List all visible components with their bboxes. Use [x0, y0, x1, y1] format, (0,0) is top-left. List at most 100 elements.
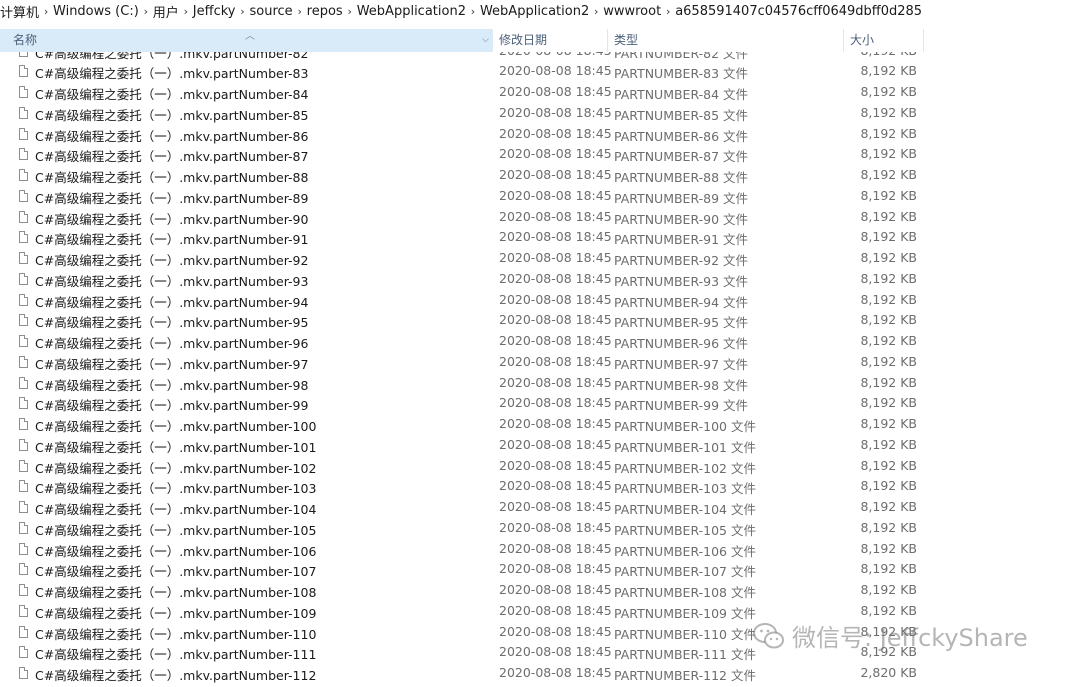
breadcrumb-label: wwwroot — [603, 3, 662, 19]
chevron-down-icon[interactable]: ⌵ — [482, 29, 489, 52]
file-row[interactable]: C#高级编程之委托（一）.mkv.partNumber-87 2020-08-08… — [0, 145, 1080, 166]
chevron-right-icon[interactable]: › — [343, 5, 357, 18]
file-row[interactable]: C#高级编程之委托（一）.mkv.partNumber-101 2020-08-0… — [0, 436, 1080, 457]
breadcrumb-item[interactable]: 用户 — [153, 0, 179, 22]
file-type: PARTNUMBER-89 文件 — [614, 190, 749, 206]
file-name: C#高级编程之委托（一）.mkv.partNumber-97 — [35, 356, 309, 372]
file-row[interactable]: C#高级编程之委托（一）.mkv.partNumber-103 2020-08-0… — [0, 477, 1080, 498]
file-date: 2020-08-08 18:45 — [499, 312, 612, 328]
file-icon — [19, 397, 28, 410]
file-name: C#高级编程之委托（一）.mkv.partNumber-93 — [35, 273, 309, 289]
breadcrumb-label: repos — [306, 3, 343, 19]
watermark-text: 微信号: JeffckyShare — [792, 624, 1028, 652]
file-row[interactable]: C#高级编程之委托（一）.mkv.partNumber-98 2020-08-08… — [0, 374, 1080, 395]
breadcrumb-item[interactable]: Windows (C:) — [53, 0, 139, 22]
file-row[interactable]: C#高级编程之委托（一）.mkv.partNumber-84 2020-08-08… — [0, 83, 1080, 104]
file-row[interactable]: C#高级编程之委托（一）.mkv.partNumber-91 2020-08-08… — [0, 228, 1080, 249]
file-row[interactable]: C#高级编程之委托（一）.mkv.partNumber-82 2020-08-08… — [0, 52, 1080, 62]
file-row[interactable]: C#高级编程之委托（一）.mkv.partNumber-92 2020-08-08… — [0, 249, 1080, 270]
file-icon — [19, 521, 28, 534]
file-row[interactable]: C#高级编程之委托（一）.mkv.partNumber-102 2020-08-0… — [0, 457, 1080, 478]
file-name: C#高级编程之委托（一）.mkv.partNumber-92 — [35, 253, 309, 268]
file-type: PARTNUMBER-93 文件 — [614, 273, 749, 289]
breadcrumb-label: 计算机 — [0, 5, 40, 21]
file-type: PARTNUMBER-99 文件 — [614, 398, 749, 414]
file-row[interactable]: C#高级编程之委托（一）.mkv.partNumber-93 2020-08-08… — [0, 270, 1080, 291]
file-icon — [19, 314, 28, 327]
breadcrumb-item[interactable]: repos — [307, 0, 343, 22]
file-icon — [19, 438, 28, 451]
breadcrumb-item[interactable]: a658591407c04576cff0649dbff0d285 — [675, 0, 922, 22]
chevron-right-icon[interactable]: › — [139, 5, 153, 18]
file-type: PARTNUMBER-83 文件 — [614, 66, 749, 82]
file-size: 8,192 KB — [860, 436, 917, 452]
file-date: 2020-08-08 18:45 — [499, 499, 612, 514]
file-date: 2020-08-08 18:45 — [499, 457, 612, 473]
file-size: 8,192 KB — [860, 602, 917, 618]
file-row[interactable]: C#高级编程之委托（一）.mkv.partNumber-104 2020-08-0… — [0, 498, 1080, 519]
file-size: 8,192 KB — [860, 291, 917, 307]
file-type: PARTNUMBER-97 文件 — [614, 356, 749, 372]
file-row[interactable]: C#高级编程之委托（一）.mkv.partNumber-86 2020-08-08… — [0, 125, 1080, 146]
breadcrumb: 计算机 › Windows (C:) › 用户 › Jeffcky › sour… — [0, 0, 1080, 22]
file-row[interactable]: C#高级编程之委托（一）.mkv.partNumber-88 2020-08-08… — [0, 166, 1080, 187]
file-row[interactable]: C#高级编程之委托（一）.mkv.partNumber-105 2020-08-0… — [0, 519, 1080, 540]
file-row[interactable]: C#高级编程之委托（一）.mkv.partNumber-83 2020-08-08… — [0, 62, 1080, 83]
file-row[interactable]: C#高级编程之委托（一）.mkv.partNumber-95 2020-08-08… — [0, 311, 1080, 332]
chevron-right-icon[interactable]: › — [39, 5, 53, 18]
breadcrumb-label: source — [249, 3, 293, 19]
file-type: PARTNUMBER-92 文件 — [614, 253, 749, 268]
breadcrumb-item[interactable]: WebApplication2 — [357, 0, 466, 22]
file-row[interactable]: C#高级编程之委托（一）.mkv.partNumber-99 2020-08-08… — [0, 394, 1080, 415]
file-size: 8,192 KB — [860, 250, 917, 265]
file-type: PARTNUMBER-90 文件 — [614, 211, 749, 227]
file-row[interactable]: C#高级编程之委托（一）.mkv.partNumber-85 2020-08-08… — [0, 104, 1080, 125]
file-size: 8,192 KB — [860, 167, 917, 182]
file-date: 2020-08-08 18:45 — [499, 187, 612, 203]
breadcrumb-item[interactable]: WebApplication2 — [480, 0, 589, 22]
file-row[interactable]: C#高级编程之委托（一）.mkv.partNumber-107 2020-08-0… — [0, 560, 1080, 581]
file-name: C#高级编程之委托（一）.mkv.partNumber-112 — [35, 668, 317, 683]
chevron-right-icon[interactable]: › — [466, 5, 480, 18]
breadcrumb-item[interactable]: source — [250, 0, 293, 22]
breadcrumb-item[interactable]: Jeffcky — [193, 0, 236, 22]
breadcrumb-label: WebApplication2 — [479, 3, 590, 19]
file-size: 8,192 KB — [860, 582, 917, 597]
file-row[interactable]: C#高级编程之委托（一）.mkv.partNumber-94 2020-08-08… — [0, 291, 1080, 312]
file-date: 2020-08-08 18:45 — [499, 436, 612, 452]
file-date: 2020-08-08 18:45 — [499, 146, 612, 162]
file-icon — [19, 501, 28, 513]
column-header-size[interactable]: 大小 — [844, 29, 924, 52]
chevron-right-icon[interactable]: › — [179, 5, 193, 18]
file-row[interactable]: C#高级编程之委托（一）.mkv.partNumber-106 2020-08-0… — [0, 540, 1080, 561]
file-row[interactable]: C#高级编程之委托（一）.mkv.partNumber-89 2020-08-08… — [0, 187, 1080, 208]
breadcrumb-item[interactable]: wwwroot — [603, 0, 661, 22]
file-row[interactable]: C#高级编程之委托（一）.mkv.partNumber-96 2020-08-08… — [0, 332, 1080, 353]
column-header-type[interactable]: 类型 — [608, 29, 844, 52]
chevron-right-icon[interactable]: › — [293, 5, 307, 18]
file-icon — [19, 231, 28, 244]
file-row[interactable]: C#高级编程之委托（一）.mkv.partNumber-100 2020-08-0… — [0, 415, 1080, 436]
column-header-date-label: 修改日期 — [499, 33, 548, 47]
file-name: C#高级编程之委托（一）.mkv.partNumber-95 — [35, 315, 309, 331]
chevron-right-icon[interactable]: › — [236, 5, 250, 18]
file-row[interactable]: C#高级编程之委托（一）.mkv.partNumber-97 2020-08-08… — [0, 353, 1080, 374]
column-header-date[interactable]: 修改日期 — [493, 29, 608, 52]
chevron-right-icon[interactable]: › — [589, 5, 603, 18]
file-name: C#高级编程之委托（一）.mkv.partNumber-102 — [35, 460, 317, 476]
file-list: C#高级编程之委托（一）.mkv.partNumber-82 2020-08-08… — [0, 52, 1080, 687]
column-header-name[interactable]: 名称 ︿ ⌵ — [0, 29, 493, 52]
file-name: C#高级编程之委托（一）.mkv.partNumber-104 — [35, 502, 317, 517]
breadcrumb-item[interactable]: 计算机 — [0, 0, 39, 22]
file-row[interactable]: C#高级编程之委托（一）.mkv.partNumber-108 2020-08-0… — [0, 581, 1080, 602]
chevron-right-icon[interactable]: › — [661, 5, 675, 18]
file-icon — [19, 625, 28, 638]
file-icon — [19, 480, 28, 493]
file-row[interactable]: C#高级编程之委托（一）.mkv.partNumber-112 2020-08-0… — [0, 664, 1080, 685]
file-type: PARTNUMBER-95 文件 — [614, 315, 749, 331]
file-date: 2020-08-08 18:45 — [499, 374, 612, 390]
file-size: 8,192 KB — [860, 104, 917, 120]
file-name: C#高级编程之委托（一）.mkv.partNumber-100 — [35, 419, 317, 434]
file-icon — [19, 584, 28, 596]
file-row[interactable]: C#高级编程之委托（一）.mkv.partNumber-90 2020-08-08… — [0, 208, 1080, 229]
